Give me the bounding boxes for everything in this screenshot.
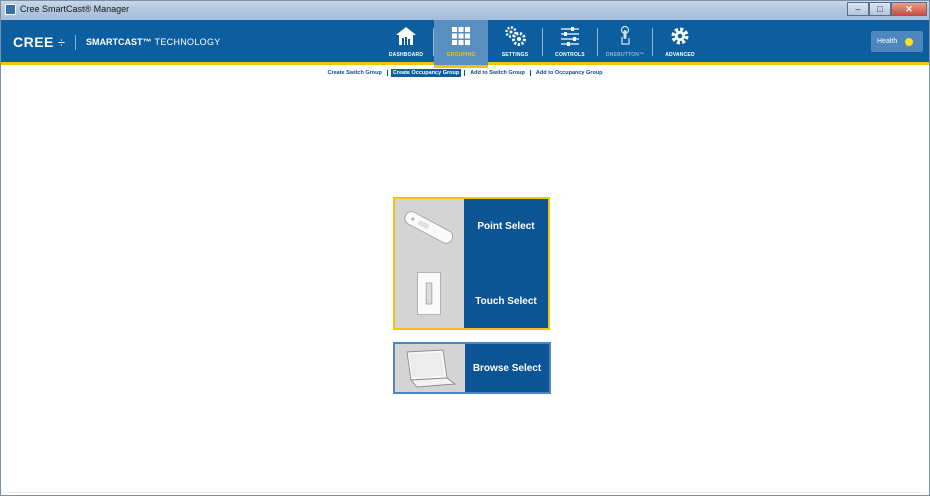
brand-divider <box>75 34 77 50</box>
point-touch-select-card: Point Select Touch Select <box>393 197 550 330</box>
health-label: Health <box>877 38 898 45</box>
subnav-add-to-switch-group[interactable]: Add to Switch Group <box>468 69 527 77</box>
point-select-button[interactable]: Point Select <box>464 221 548 232</box>
laptop-icon <box>406 349 457 388</box>
browse-image <box>395 344 465 392</box>
brand-logo: CREE ÷ SMARTCAST ™ TECHNOLOGY <box>13 34 221 50</box>
brand-trademark: ™ <box>142 37 152 47</box>
advanced-gear-icon <box>671 27 689 45</box>
cree-logo-icon: ÷ <box>57 34 66 50</box>
touch-select-button[interactable]: Touch Select <box>464 296 548 307</box>
wall-switch-icon[interactable] <box>395 261 464 328</box>
top-navigation-bar: CREE ÷ SMARTCAST ™ TECHNOLOGY DASHBOARD <box>1 20 929 68</box>
brand-name: CREE <box>13 34 54 50</box>
subnav-create-occupancy-group[interactable]: Create Occupancy Group <box>390 69 462 77</box>
browse-select-card[interactable]: Browse Select <box>393 342 551 394</box>
subnav-divider <box>464 69 466 76</box>
dashboard-house-icon <box>396 27 416 45</box>
browse-select-button[interactable]: Browse Select <box>465 344 549 392</box>
tab-onebutton[interactable]: ONEBUTTON™ <box>598 20 652 65</box>
app-window: Cree SmartCast® Manager – □ ✕ CREE ÷ SMA… <box>0 0 930 496</box>
window-controls: – □ ✕ <box>847 2 927 17</box>
subnav-divider <box>529 69 531 76</box>
onebutton-icon <box>620 25 630 45</box>
subnav-create-switch-group[interactable]: Create Switch Group <box>325 69 383 77</box>
tab-advanced[interactable]: ADVANCED <box>653 20 707 65</box>
tab-settings[interactable]: SETTINGS <box>488 20 542 65</box>
title-bar: Cree SmartCast® Manager – □ ✕ <box>1 1 929 20</box>
select-images <box>395 199 464 328</box>
subnav-divider <box>386 69 388 76</box>
grouping-grid-icon <box>452 27 470 45</box>
tab-label: SETTINGS <box>501 52 529 58</box>
tab-label: CONTROLS <box>555 52 585 58</box>
app-icon <box>5 4 16 15</box>
tab-label: ADVANCED <box>665 52 695 58</box>
close-button[interactable]: ✕ <box>891 2 927 16</box>
window-title: Cree SmartCast® Manager <box>20 4 130 14</box>
settings-cogs-icon <box>505 26 526 46</box>
main-nav-tabs: DASHBOARD GROUPING SETTINGS CONTROLS ONE… <box>379 20 707 68</box>
health-indicator-icon <box>905 37 914 46</box>
tab-grouping[interactable]: GROUPING <box>434 20 488 68</box>
remote-control-icon[interactable] <box>395 199 464 259</box>
brand-product: SMARTCAST <box>86 37 143 47</box>
maximize-button[interactable]: □ <box>869 2 891 16</box>
bottom-divider <box>9 492 921 493</box>
grouping-subnav: Create Switch Group Create Occupancy Grou… <box>1 69 929 81</box>
tab-label: ONEBUTTON™ <box>605 52 645 58</box>
brand-suffix: TECHNOLOGY <box>154 37 221 47</box>
tab-label: GROUPING <box>446 52 476 58</box>
subnav-add-to-occupancy-group[interactable]: Add to Occupancy Group <box>534 69 605 77</box>
tab-label: DASHBOARD <box>388 52 424 58</box>
select-labels: Point Select Touch Select <box>464 199 548 328</box>
controls-sliders-icon <box>561 27 579 46</box>
health-status-button[interactable]: Health <box>871 31 923 52</box>
tab-controls[interactable]: CONTROLS <box>543 20 597 65</box>
minimize-button[interactable]: – <box>847 2 869 16</box>
tab-dashboard[interactable]: DASHBOARD <box>379 20 433 65</box>
